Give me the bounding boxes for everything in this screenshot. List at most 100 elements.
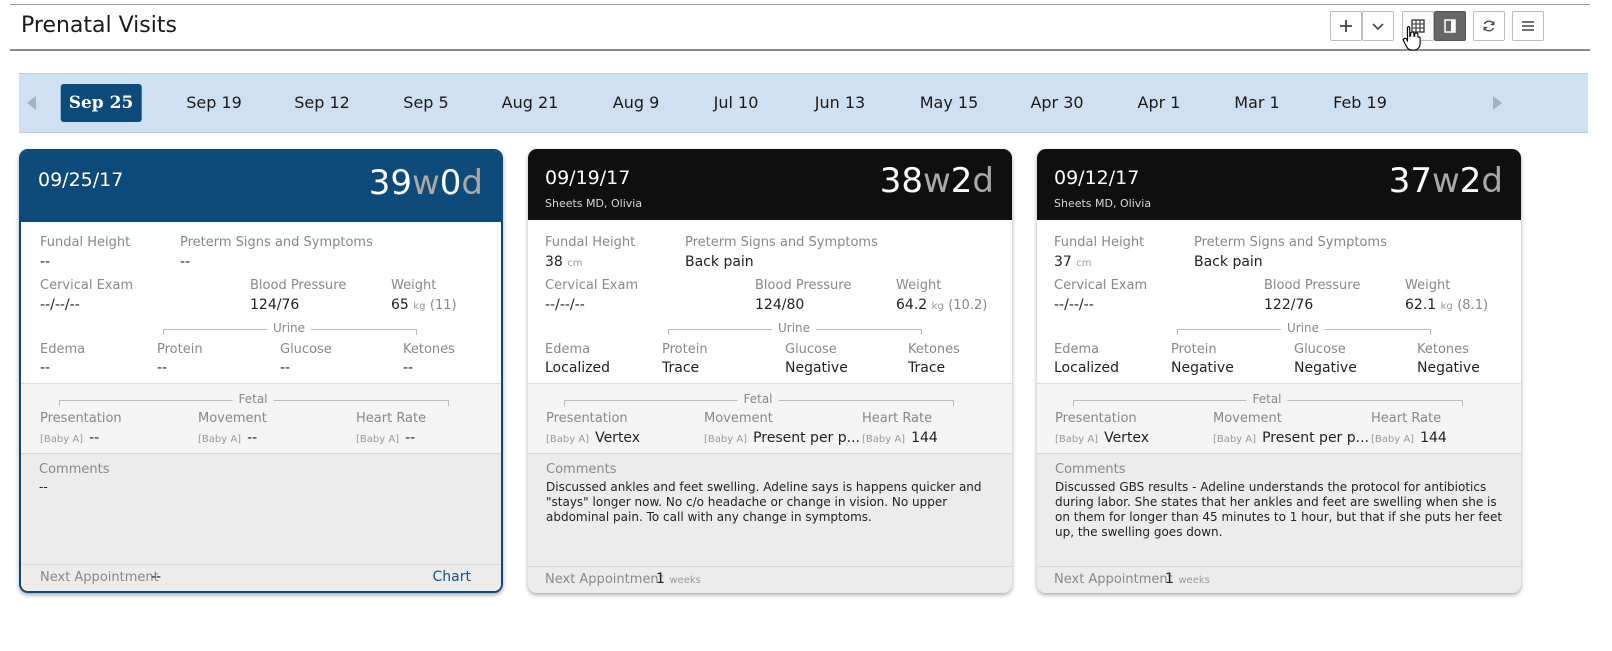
weight-value: 62.1 kg (8.1) [1405, 297, 1489, 313]
fundal-height-label: Fundal Height [40, 235, 131, 250]
comments-text: Discussed GBS results - Adeline understa… [1055, 480, 1503, 539]
comments-section: Comments Discussed ankles and feet swell… [528, 453, 1012, 570]
glucose-value: -- [280, 360, 291, 376]
fetal-label: Fetal [232, 392, 274, 406]
next-appointment-label: Next Appointment [1054, 572, 1173, 587]
heart-rate-label: Heart Rate [862, 411, 933, 426]
date-tab-sep-25[interactable]: Sep 25 [60, 84, 142, 122]
add-dropdown-button[interactable] [1362, 11, 1394, 41]
date-tab-may-15[interactable]: May 15 [920, 84, 979, 122]
weight-label: Weight [1405, 278, 1451, 293]
ketones-value: Negative [1417, 360, 1480, 376]
protein-label: Protein [662, 342, 708, 357]
protein-label: Protein [1171, 342, 1217, 357]
heart-rate-label: Heart Rate [356, 411, 427, 426]
plus-icon [1340, 20, 1352, 32]
visit-date: 09/12/17 [1054, 167, 1140, 189]
refresh-button[interactable] [1473, 11, 1505, 41]
blood-pressure-label: Blood Pressure [1264, 278, 1361, 293]
edema-label: Edema [40, 342, 86, 357]
fetal-label: Fetal [737, 392, 779, 406]
glucose-value: Negative [1294, 360, 1357, 376]
comments-text: -- [39, 480, 48, 494]
next-appointment-label: Next Appointment [545, 572, 664, 587]
cervical-exam-label: Cervical Exam [545, 278, 639, 293]
heart-rate-value: [Baby A] -- [356, 430, 416, 446]
protein-value: -- [157, 360, 168, 376]
next-appointment-label: Next Appointment [40, 570, 159, 585]
visit-card[interactable]: 09/19/17 Sheets MD, Olivia 38w2d Fundal … [528, 149, 1012, 593]
preterm-value: Back pain [685, 254, 754, 270]
visit-card-footer: Next Appointment -- Chart [21, 564, 501, 591]
fetal-label: Fetal [1246, 392, 1288, 406]
ketones-label: Ketones [403, 342, 455, 357]
urine-label: Urine [266, 321, 312, 335]
chart-link[interactable]: Chart [433, 569, 471, 585]
comments-label: Comments [546, 462, 617, 477]
fundal-height-label: Fundal Height [545, 235, 636, 250]
date-tab-jul-10[interactable]: Jul 10 [714, 84, 759, 122]
date-tab-aug-9[interactable]: Aug 9 [613, 84, 660, 122]
fundal-height-value: 37 cm [1054, 254, 1092, 270]
movement-value: [Baby A] Present per p... [704, 430, 860, 446]
fetal-section: Fetal Presentation [Baby A] Vertex Moveme… [528, 383, 1012, 454]
date-tab-feb-19[interactable]: Feb 19 [1333, 84, 1387, 122]
visit-provider: Sheets MD, Olivia [1054, 197, 1152, 210]
comments-text: Discussed ankles and feet swelling. Adel… [546, 480, 982, 524]
glucose-value: Negative [785, 360, 848, 376]
visit-card-header: 09/25/17 39w0d [21, 151, 501, 222]
blood-pressure-label: Blood Pressure [250, 278, 347, 293]
date-tab-jun-13[interactable]: Jun 13 [815, 84, 865, 122]
hand-cursor-icon [1402, 25, 1422, 55]
date-tab-sep-5[interactable]: Sep 5 [403, 84, 448, 122]
gestational-age: 38w2d [879, 161, 994, 201]
preterm-label: Preterm Signs and Symptoms [685, 235, 878, 250]
date-tab-mar-1[interactable]: Mar 1 [1234, 84, 1279, 122]
comments-label: Comments [39, 462, 110, 477]
add-button[interactable] [1330, 11, 1362, 41]
presentation-label: Presentation [1055, 411, 1137, 426]
date-tab-sep-12[interactable]: Sep 12 [294, 84, 350, 122]
next-appointment-value: -- [151, 569, 162, 585]
protein-label: Protein [157, 342, 203, 357]
fundal-height-label: Fundal Height [1054, 235, 1145, 250]
blood-pressure-label: Blood Pressure [755, 278, 852, 293]
visit-card[interactable]: 09/25/17 39w0d Fundal Height -- Preterm … [19, 149, 503, 593]
hamburger-menu-icon [1522, 21, 1534, 31]
visit-date: 09/19/17 [545, 167, 631, 189]
presentation-label: Presentation [40, 411, 122, 426]
weight-value: 64.2 kg (10.2) [896, 297, 988, 313]
page-header: Prenatal Visits [10, 4, 1590, 51]
date-tab-apr-1[interactable]: Apr 1 [1138, 84, 1181, 122]
movement-label: Movement [1213, 411, 1282, 426]
glucose-label: Glucose [280, 342, 332, 357]
edema-value: Localized [545, 360, 611, 376]
cervical-exam-label: Cervical Exam [40, 278, 134, 293]
ketones-label: Ketones [908, 342, 960, 357]
movement-value: [Baby A] Present per p... [1213, 430, 1369, 446]
presentation-value: [Baby A] -- [40, 430, 100, 446]
presentation-value: [Baby A] Vertex [1055, 430, 1150, 446]
preterm-label: Preterm Signs and Symptoms [1194, 235, 1387, 250]
date-tab-aug-21[interactable]: Aug 21 [502, 84, 559, 122]
refresh-icon [1483, 20, 1495, 32]
protein-value: Trace [662, 360, 700, 376]
menu-button[interactable] [1512, 11, 1544, 41]
protein-value: Negative [1171, 360, 1234, 376]
panel-view-button[interactable] [1434, 11, 1466, 41]
blood-pressure-value: 124/76 [250, 297, 300, 313]
date-tab-sep-19[interactable]: Sep 19 [186, 84, 242, 122]
weight-label: Weight [391, 278, 437, 293]
blood-pressure-value: 124/80 [755, 297, 805, 313]
date-tab-apr-30[interactable]: Apr 30 [1030, 84, 1083, 122]
glucose-label: Glucose [785, 342, 837, 357]
visit-provider: Sheets MD, Olivia [545, 197, 643, 210]
visit-card[interactable]: 09/12/17 Sheets MD, Olivia 37w2d Fundal … [1037, 149, 1521, 593]
timeline-next-arrow-icon[interactable] [1493, 96, 1502, 110]
timeline-prev-arrow-icon[interactable] [27, 96, 36, 110]
presentation-label: Presentation [546, 411, 628, 426]
panel-view-icon [1444, 19, 1456, 33]
urine-label: Urine [1280, 321, 1326, 335]
edema-value: -- [40, 360, 51, 376]
cervical-exam-value: --/--/-- [1054, 297, 1094, 313]
